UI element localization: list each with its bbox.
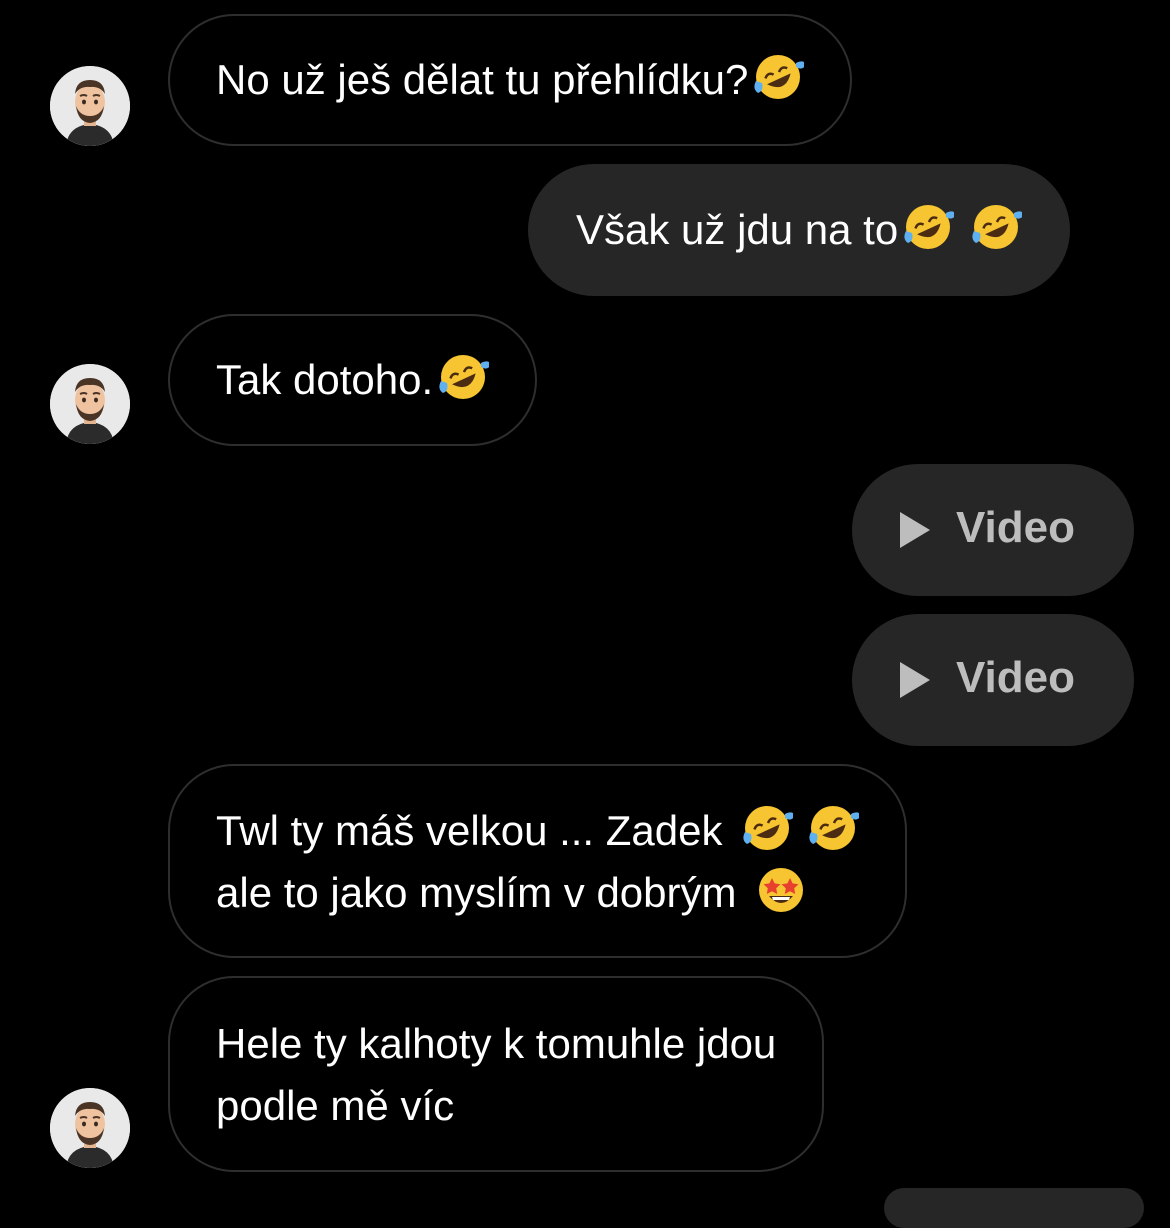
- rofl-emoji: [437, 351, 490, 403]
- rofl-emoji: [970, 201, 1023, 253]
- rofl-emoji: [807, 802, 859, 854]
- star-struck-emoji: [755, 864, 807, 916]
- message-line: Hele ty kalhoty k tomuhle jdou: [216, 1020, 777, 1067]
- message-text: ale to jako myslím v dobrým: [216, 869, 737, 916]
- message-bubble-partial[interactable]: [884, 1188, 1144, 1228]
- message-bubble[interactable]: Hele ty kalhoty k tomuhle jdou podle mě …: [168, 976, 825, 1172]
- contact-avatar[interactable]: [50, 66, 130, 146]
- message-bubble[interactable]: No už ješ dělat tu přehlídku?: [168, 14, 853, 146]
- video-message-button[interactable]: Video: [852, 464, 1134, 596]
- message-text: Twl ty máš velkou ... Zadek: [216, 807, 723, 854]
- message-text: Však už jdu na to: [576, 206, 899, 253]
- message-text: No už ješ dělat tu přehlídku?: [216, 56, 749, 103]
- message-line: ale to jako myslím v dobrým: [216, 862, 859, 924]
- play-icon: [900, 662, 930, 698]
- message-line: Twl ty máš velkou ... Zadek: [216, 800, 859, 862]
- video-message-button[interactable]: Video: [852, 614, 1134, 746]
- video-label: Video: [956, 503, 1076, 552]
- rofl-emoji: [741, 802, 793, 854]
- message-bubble[interactable]: Však už jdu na to: [528, 164, 1071, 296]
- video-label: Video: [956, 653, 1076, 702]
- contact-avatar[interactable]: [50, 1088, 130, 1168]
- rofl-emoji: [752, 51, 805, 103]
- message-bubble[interactable]: Tak dotoho.: [168, 314, 538, 446]
- message-line: podle mě víc: [216, 1082, 455, 1129]
- rofl-emoji: [902, 201, 955, 253]
- play-icon: [900, 512, 930, 548]
- message-bubble[interactable]: Twl ty máš velkou ... Zadek ale to jako …: [168, 764, 907, 958]
- contact-avatar[interactable]: [50, 364, 130, 444]
- message-text: Tak dotoho.: [216, 356, 434, 403]
